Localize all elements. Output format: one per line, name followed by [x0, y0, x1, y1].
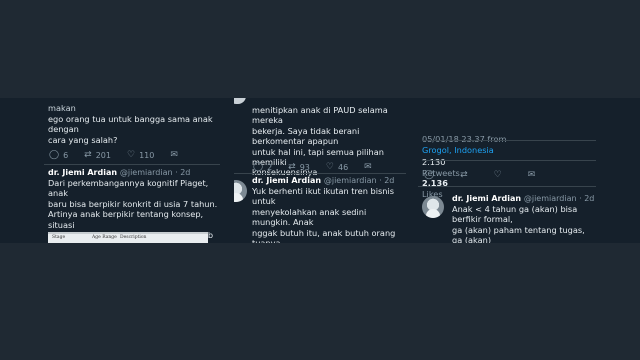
like-button[interactable]: ♡ — [494, 170, 506, 180]
author-line: dr. Jiemi Ardian @jiemiardian · 2d — [252, 176, 394, 185]
tweet-actions: ◯ 6 ⇄ 201 ♡ 110 ✉ — [49, 150, 198, 160]
retweet-icon: ⇄ — [288, 162, 296, 172]
mail-icon: ✉ — [364, 162, 372, 172]
reply-count: 6 — [63, 150, 69, 160]
like-count: 110 — [139, 150, 155, 160]
like-button[interactable]: ♡ 110 — [127, 150, 154, 160]
reply-text: Yuk berhenti ikut ikutan tren bisnis unt… — [252, 186, 396, 243]
heart-icon: ♡ — [127, 150, 136, 160]
author-line: dr. Jiemi Ardian @jiemiardian · 2d — [452, 194, 594, 203]
mail-icon: ✉ — [170, 150, 178, 160]
avatar[interactable] — [422, 196, 444, 218]
tweet-actions: ◯ 2 ⇄ 93 ♡ 46 ✉ — [253, 162, 392, 172]
reply-button[interactable]: ◯ 6 — [49, 150, 68, 160]
author-name[interactable]: dr. Jiemi Ardian — [452, 194, 521, 203]
retweet-button[interactable]: ⇄ 93 — [288, 162, 310, 172]
like-count: 46 — [337, 162, 349, 172]
divider — [422, 160, 596, 161]
heart-icon: ♡ — [325, 162, 334, 172]
message-button[interactable]: ✉ — [528, 170, 540, 180]
author-handle[interactable]: @jiemiardian · 2d — [324, 176, 395, 185]
divider — [44, 164, 220, 165]
reply-icon: ◯ — [49, 150, 60, 160]
author-name[interactable]: dr. Jiemi Ardian — [252, 176, 321, 185]
retweet-button[interactable]: ⇄ 201 — [84, 150, 111, 160]
attached-table-image[interactable]: Stage Age Range Description — [48, 232, 208, 243]
heart-icon: ♡ — [493, 170, 502, 180]
table-header-stage: Stage — [52, 235, 66, 240]
author-line: dr. Jiemi Ardian @jiemiardian · 2d — [48, 168, 190, 177]
avatar-cut — [234, 98, 246, 104]
divider — [422, 140, 596, 141]
retweets-count[interactable]: 2.130 — [422, 157, 445, 167]
reply-count: 2 — [267, 162, 273, 172]
tweet-panel-middle: menitipkan anak di PAUD selama mereka be… — [234, 98, 406, 243]
tweet-panel-left: diri tapi jiwanya terganggu? Buat kasi m… — [44, 98, 220, 243]
bottom-letterbox — [0, 243, 640, 360]
avatar[interactable] — [234, 180, 247, 202]
author-handle[interactable]: @jiemiardian · 2d — [120, 168, 191, 177]
reply-icon: ◯ — [424, 170, 435, 180]
like-button[interactable]: ♡ 46 — [326, 162, 348, 172]
retweet-count: 93 — [299, 162, 310, 172]
retweet-count: 201 — [95, 150, 111, 160]
author-name[interactable]: dr. Jiemi Ardian — [48, 168, 117, 177]
author-handle[interactable]: @jiemiardian · 2d — [524, 194, 595, 203]
message-button[interactable]: ✉ — [170, 150, 182, 160]
tweet-panel-right: 05/01/18 23.37 from Grogol, Indonesia 2.… — [418, 98, 596, 243]
crop-edge — [44, 98, 220, 104]
retweet-icon: ⇄ — [460, 170, 468, 180]
tweet-actions: ◯ ⇄ ♡ ✉ — [424, 170, 555, 180]
mail-icon: ✉ — [527, 170, 536, 180]
message-button[interactable]: ✉ — [364, 162, 376, 172]
tweet-text: ego orang tua untuk bangga sama anak den… — [48, 114, 213, 145]
reply-button[interactable]: ◯ — [424, 170, 438, 180]
retweet-icon: ⇄ — [84, 150, 92, 160]
retweet-button[interactable]: ⇄ — [460, 170, 472, 180]
table-header-description: Description — [120, 235, 147, 240]
top-letterbox — [0, 0, 640, 98]
reply-text: Anak < 4 tahun ga (akan) bisa berfikir f… — [452, 204, 585, 243]
table-header-age: Age Range — [92, 235, 117, 240]
divider — [234, 173, 406, 174]
reply-icon: ◯ — [253, 162, 264, 172]
reply-button[interactable]: ◯ 2 — [253, 162, 272, 172]
divider — [418, 186, 596, 187]
